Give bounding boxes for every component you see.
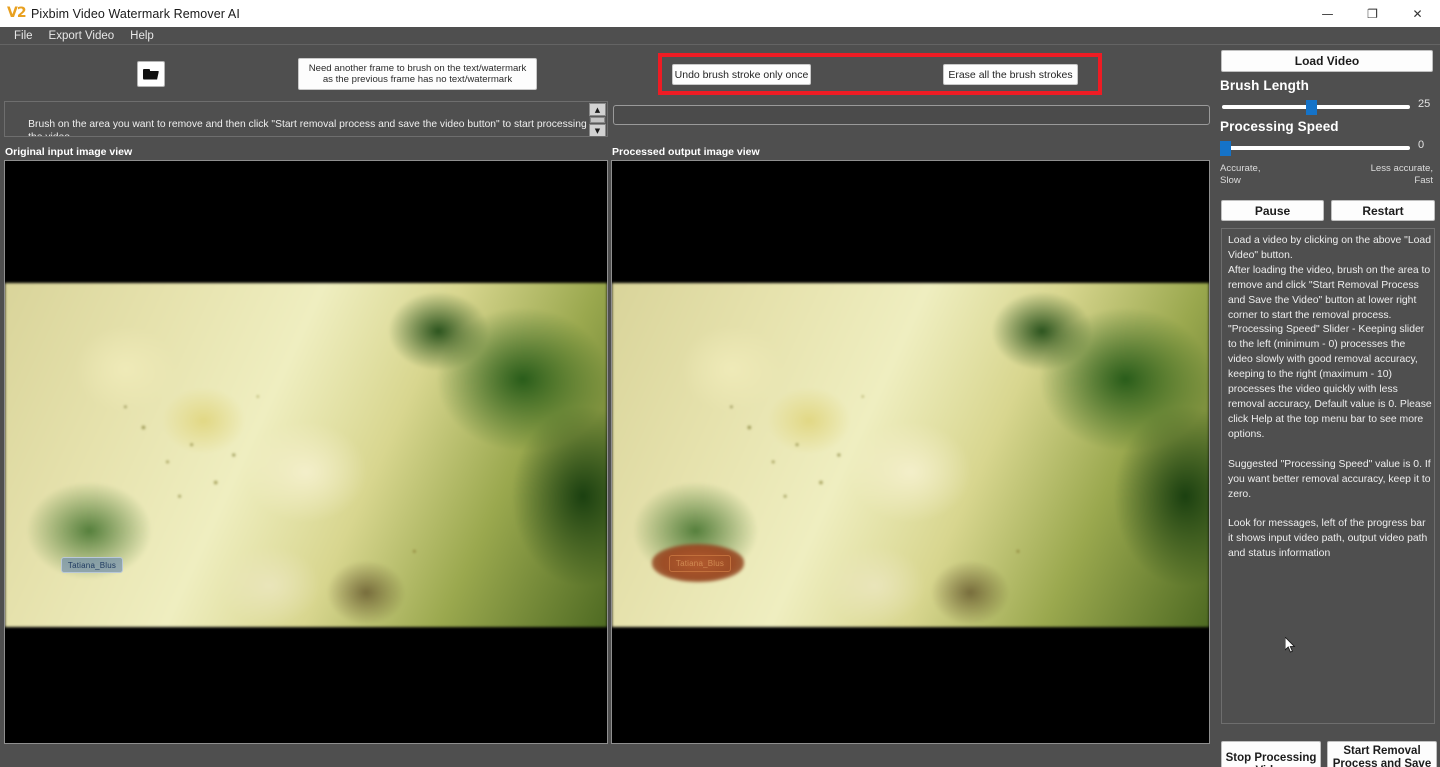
undo-brush-stroke-button[interactable]: Undo brush stroke only once xyxy=(672,64,811,85)
close-icon[interactable]: ✕ xyxy=(1395,0,1440,27)
speed-scale-left-line1: Accurate, xyxy=(1220,163,1261,174)
output-watermark-residue: Tatiana_Blus xyxy=(669,555,731,572)
instruction-paragraph-3: "Processing Speed" Slider - Keeping slid… xyxy=(1228,324,1432,440)
menu-item-file[interactable]: File xyxy=(6,28,41,44)
scrollbar-thumb[interactable] xyxy=(590,117,605,123)
menu-item-help[interactable]: Help xyxy=(122,28,162,44)
erase-all-brush-strokes-button[interactable]: Erase all the brush strokes xyxy=(943,64,1078,85)
menu-item-export-video[interactable]: Export Video xyxy=(41,28,123,44)
speed-scale-right: Less accurate, Fast xyxy=(1371,163,1433,186)
right-sidebar: Load Video Brush Length 25 Processing Sp… xyxy=(1214,46,1440,767)
input-view-label: Original input image view xyxy=(5,146,133,158)
frame-hint-box: Need another frame to brush on the text/… xyxy=(298,58,537,90)
stop-processing-button[interactable]: Stop Processing Video xyxy=(1221,741,1321,767)
stop-label-line1: Stop Processing xyxy=(1225,751,1317,764)
instructions-spacer-2 xyxy=(1228,502,1432,517)
instruction-paragraph-2: After loading the video, brush on the ar… xyxy=(1228,264,1431,321)
window-title: Pixbim Video Watermark Remover AI xyxy=(31,6,240,21)
output-watermark-text: Tatiana_Blus xyxy=(675,559,725,568)
message-scrollbar[interactable]: ▲ ▼ xyxy=(589,103,606,136)
load-video-button[interactable]: Load Video xyxy=(1221,50,1433,72)
frame-hint-text: Need another frame to brush on the text/… xyxy=(309,63,527,86)
brush-length-label: Brush Length xyxy=(1220,78,1309,93)
application-window: V2 Pixbim Video Watermark Remover AI — ❐… xyxy=(0,0,1440,767)
instructions-spacer-1 xyxy=(1228,443,1432,458)
open-folder-icon xyxy=(143,68,159,81)
scroll-up-icon[interactable]: ▲ xyxy=(589,103,606,116)
speed-scale-left-line2: Slow xyxy=(1220,174,1241,186)
instruction-paragraph-5: Look for messages, left of the progress … xyxy=(1228,518,1428,560)
processed-output-image-view[interactable]: Tatiana_Blus xyxy=(611,160,1210,744)
processing-speed-label: Processing Speed xyxy=(1220,119,1339,134)
start-label-line1: Start Removal xyxy=(1343,744,1421,757)
brush-length-slider[interactable]: 25 xyxy=(1222,98,1437,115)
status-message-line2: the video xyxy=(28,132,70,136)
input-video-frame xyxy=(5,283,607,627)
title-bar: V2 Pixbim Video Watermark Remover AI — ❐… xyxy=(0,0,1440,27)
start-removal-button[interactable]: Start Removal Process and Save the Video xyxy=(1327,741,1437,767)
progress-bar xyxy=(613,105,1210,125)
minimize-icon[interactable]: — xyxy=(1305,0,1350,27)
status-message-box[interactable]: Brush on the area you want to remove and… xyxy=(4,101,608,137)
speed-scale-right-line2: Fast xyxy=(1414,174,1433,186)
start-label-line2: Process and Save xyxy=(1332,758,1432,767)
output-view-label: Processed output image view xyxy=(612,146,760,158)
instruction-paragraph-4: Suggested "Processing Speed" value is 0.… xyxy=(1228,458,1431,500)
restart-button[interactable]: Restart xyxy=(1331,200,1435,221)
brush-stroke-overlay[interactable]: Tatiana_Blus xyxy=(61,557,123,573)
input-watermark-text: Tatiana_Blus xyxy=(67,560,117,570)
frame-hint-line2: as the previous frame has no text/waterm… xyxy=(322,74,513,85)
frame-hint-line1: Need another frame to brush on the text/… xyxy=(308,62,527,74)
app-logo-icon: V2 xyxy=(7,4,27,21)
menu-bar: File Export Video Help xyxy=(0,27,1440,45)
maximize-icon[interactable]: ❐ xyxy=(1350,0,1395,27)
brush-length-slider-thumb[interactable] xyxy=(1306,100,1317,115)
processing-speed-slider[interactable]: 0 xyxy=(1220,139,1437,156)
brush-length-value: 25 xyxy=(1418,98,1431,110)
scroll-down-icon[interactable]: ▼ xyxy=(589,124,606,136)
status-message-text: Brush on the area you want to remove and… xyxy=(5,102,607,136)
open-file-button[interactable] xyxy=(137,61,165,87)
processing-speed-slider-track[interactable] xyxy=(1222,146,1410,150)
status-message-line1: Brush on the area you want to remove and… xyxy=(28,119,587,131)
speed-scale-left: Accurate, Slow xyxy=(1220,163,1261,186)
original-input-image-view[interactable]: Tatiana_Blus xyxy=(4,160,608,744)
processing-speed-slider-thumb[interactable] xyxy=(1220,141,1231,156)
pause-button[interactable]: Pause xyxy=(1221,200,1324,221)
window-controls: — ❐ ✕ xyxy=(1305,0,1440,27)
instructions-panel[interactable]: Load a video by clicking on the above "L… xyxy=(1221,228,1435,724)
instruction-paragraph-1: Load a video by clicking on the above "L… xyxy=(1228,235,1431,261)
speed-scale-right-line1: Less accurate, xyxy=(1370,163,1433,174)
processing-speed-value: 0 xyxy=(1418,139,1425,151)
